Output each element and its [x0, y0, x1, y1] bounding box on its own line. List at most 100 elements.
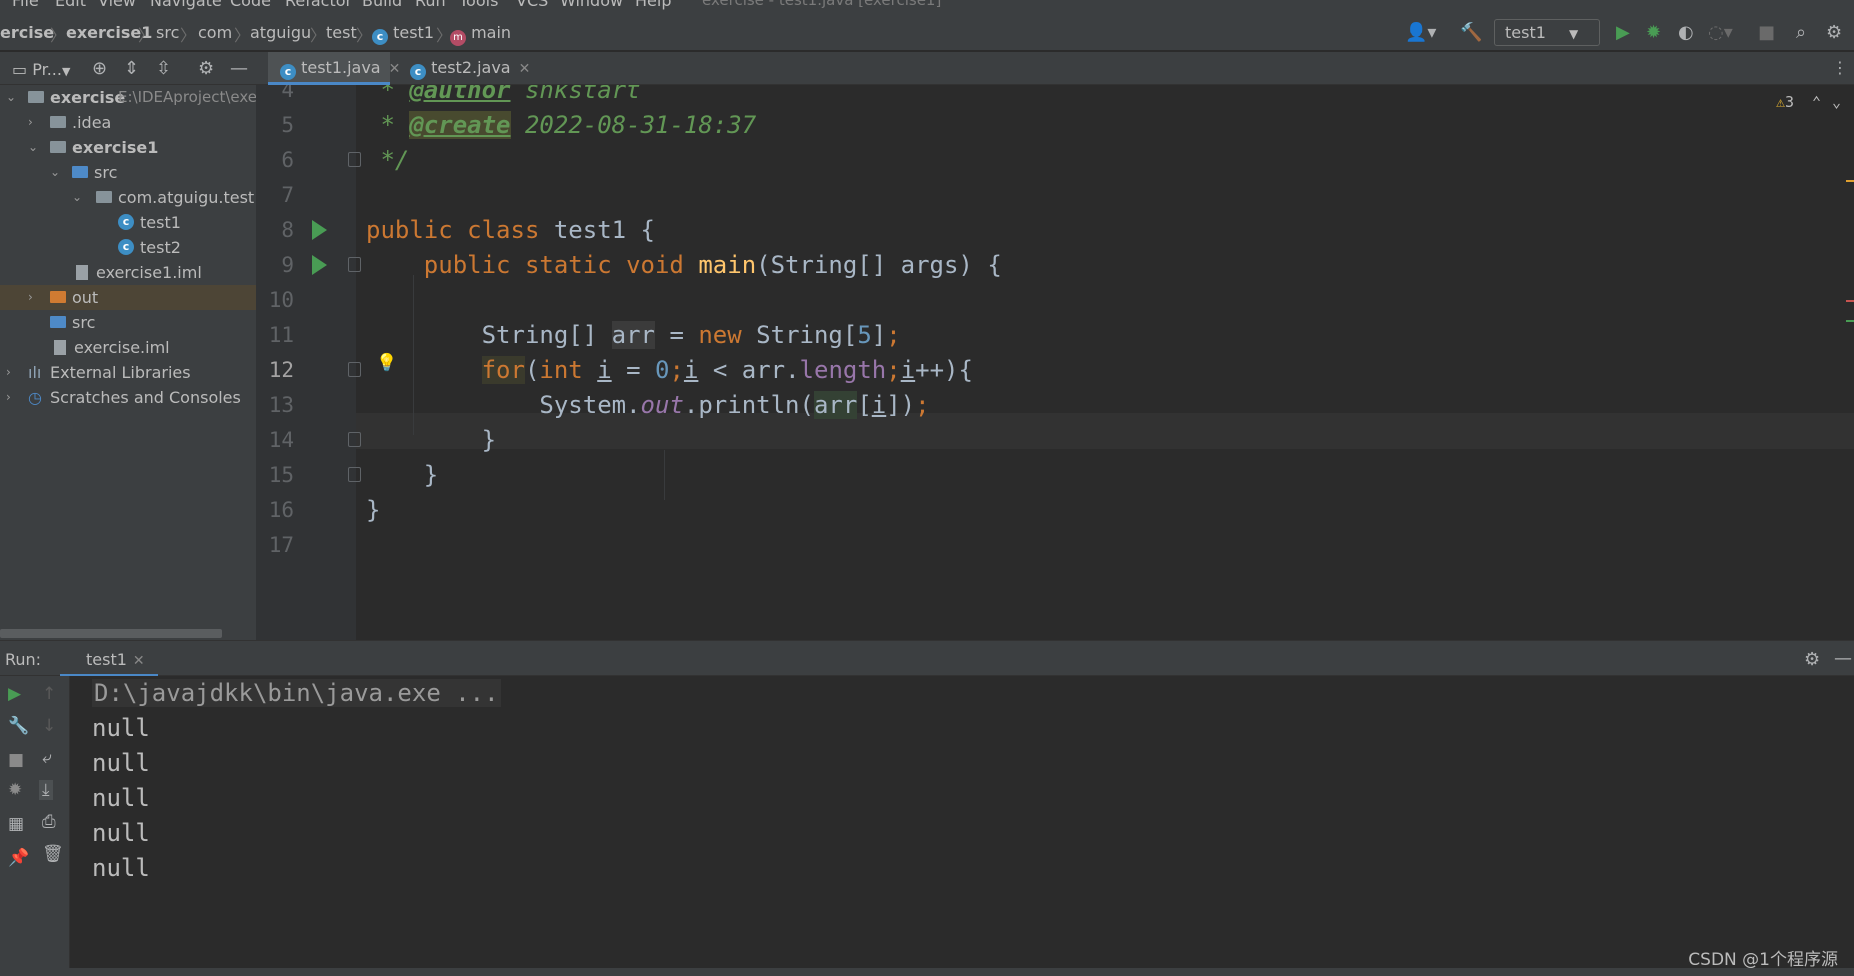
scroll-to-end-icon[interactable]: ⤓ — [39, 780, 53, 800]
breadcrumb-test[interactable]: test — [326, 23, 357, 42]
horizontal-scrollbar[interactable] — [0, 629, 222, 638]
console-command-line: D:\javajdkk\bin\java.exe ... — [92, 679, 501, 707]
breadcrumb-separator: 〉 — [180, 26, 197, 45]
gear-icon[interactable]: ⚙ — [198, 58, 214, 79]
console-command[interactable]: D:\javajdkk\bin\java.exe ... — [92, 679, 501, 707]
next-highlight-icon[interactable]: ⌄ — [1832, 93, 1841, 111]
line-number: 13 — [268, 393, 294, 417]
breadcrumb-separator: 〉 — [50, 26, 67, 45]
menu-view[interactable]: View — [98, 0, 136, 10]
expand-all-icon[interactable]: ⇕ — [124, 58, 139, 79]
menu-edit[interactable]: Edit — [55, 0, 86, 10]
soft-wrap-icon[interactable]: ⤶ — [42, 748, 52, 768]
print-icon[interactable]: ⎙ — [42, 812, 56, 832]
tab-test2-java[interactable]: c test2.java ✕ — [398, 52, 530, 85]
source-folder-icon — [72, 166, 88, 178]
collapse-all-icon[interactable]: ⇳ — [156, 58, 171, 79]
folder-icon — [50, 116, 66, 128]
breadcrumb-com[interactable]: com — [198, 23, 232, 42]
fold-marker-icon[interactable] — [348, 257, 361, 272]
locate-icon[interactable]: ⊕ — [92, 58, 107, 79]
tree-item-exercise[interactable]: ⌄ exercise E:\IDEAproject\exe — [0, 85, 258, 110]
tree-item-idea[interactable]: › .idea — [0, 110, 256, 135]
hide-panel-icon[interactable]: — — [230, 58, 248, 79]
profile-icon[interactable]: ◌▾ — [1708, 22, 1733, 43]
console-output[interactable]: D:\javajdkk\bin\java.exe ... null null n… — [70, 676, 1854, 968]
line-number: 5 — [281, 113, 294, 137]
settings-gear-icon[interactable]: ⚙ — [1826, 22, 1842, 43]
more-tabs-icon[interactable]: ⋮ — [1832, 58, 1848, 77]
tree-item-scratches[interactable]: › ◷ Scratches and Consoles — [0, 385, 256, 410]
run-tab-test1[interactable]: test1 ✕ — [60, 641, 158, 677]
chevron-down-icon: ⌄ — [50, 165, 61, 179]
breadcrumb-project[interactable]: ercise — [0, 23, 54, 42]
menu-navigate[interactable]: Navigate — [150, 0, 222, 10]
run-icon[interactable]: ▶ — [1616, 22, 1630, 43]
build-hammer-icon[interactable]: 🔨 — [1460, 22, 1482, 43]
trash-icon[interactable]: 🗑 — [42, 844, 64, 864]
breadcrumb-method[interactable]: m main — [450, 23, 511, 46]
tab-test1-java[interactable]: c test1.java ✕ — [268, 52, 400, 85]
tree-item-test1[interactable]: c test1 — [0, 210, 256, 235]
menu-tools[interactable]: Tools — [459, 0, 498, 10]
pin-icon[interactable]: 📌 — [8, 848, 29, 868]
menu-vcs[interactable]: VCS — [516, 0, 548, 10]
inspection-warnings[interactable]: ⚠3 — [1776, 93, 1794, 111]
breadcrumb-atguigu[interactable]: atguigu — [250, 23, 311, 42]
project-view-selector[interactable]: ▭ Pr...▼ — [12, 60, 70, 79]
close-icon[interactable]: ✕ — [133, 653, 145, 669]
menu-build[interactable]: Build — [362, 0, 402, 10]
stop-icon[interactable]: ■ — [8, 750, 24, 770]
class-icon: c — [372, 29, 388, 45]
tree-item-path: E:\IDEAproject\exe — [118, 88, 258, 106]
arrow-up-icon[interactable]: ↑ — [42, 684, 56, 704]
wrench-icon[interactable]: 🔧 — [8, 716, 29, 736]
previous-highlight-icon[interactable]: ⌃ — [1812, 93, 1821, 111]
breadcrumb-src[interactable]: src — [156, 23, 179, 42]
breadcrumb-separator: 〉 — [310, 26, 327, 45]
tree-item-exercise1[interactable]: ⌄ exercise1 — [0, 135, 256, 160]
run-configuration-selector[interactable]: test1 ▼ — [1494, 19, 1600, 46]
run-gutter-icon[interactable] — [312, 255, 327, 275]
fold-marker-icon[interactable] — [348, 467, 361, 482]
menu-code[interactable]: Code — [230, 0, 271, 10]
tree-item-external-libraries[interactable]: › ılı External Libraries — [0, 360, 256, 385]
fold-marker-icon[interactable] — [348, 432, 361, 447]
menu-window[interactable]: Window — [560, 0, 623, 10]
stop-icon[interactable]: ■ — [1758, 22, 1775, 43]
debug-icon[interactable]: ✹ — [1646, 22, 1661, 43]
close-icon[interactable]: ✕ — [519, 61, 531, 77]
hide-panel-icon[interactable]: — — [1834, 648, 1852, 669]
arrow-down-icon[interactable]: ↓ — [42, 716, 56, 736]
code-line-9: public static void main(String[] args) { — [423, 251, 1002, 279]
run-gutter-icon[interactable] — [312, 220, 327, 240]
console-output-line: null — [92, 819, 150, 847]
menu-file[interactable]: File — [12, 0, 39, 10]
javadoc-create-tag: @create — [409, 111, 511, 139]
tree-item-src-root[interactable]: src — [0, 310, 256, 335]
tab-label: test1.java — [301, 58, 381, 77]
gear-icon[interactable]: ⚙ — [1804, 649, 1820, 670]
module-folder-icon — [50, 141, 66, 153]
fold-marker-icon[interactable] — [348, 152, 361, 167]
user-icon[interactable]: 👤▾ — [1405, 22, 1436, 43]
tree-item-out[interactable]: › out — [0, 285, 256, 310]
breadcrumb-class[interactable]: c test1 — [372, 23, 434, 45]
tree-item-test2[interactable]: c test2 — [0, 235, 256, 260]
menu-help[interactable]: Help — [635, 0, 671, 10]
comment-star: * — [380, 111, 395, 139]
module-folder-icon — [28, 91, 44, 103]
tree-item-src[interactable]: ⌄ src — [0, 160, 256, 185]
tree-item-exercise-iml[interactable]: exercise.iml — [0, 335, 256, 360]
tree-item-exercise1-iml[interactable]: exercise1.iml — [0, 260, 256, 285]
menu-refactor[interactable]: Refactor — [285, 0, 352, 10]
code-editor[interactable]: 4 5 6 7 8 9 10 11 12 13 14 15 16 17 💡 * … — [256, 85, 1854, 640]
menu-run[interactable]: Run — [415, 0, 446, 10]
search-icon[interactable]: ⌕ — [1796, 22, 1806, 43]
fold-marker-icon[interactable] — [348, 362, 361, 377]
coverage-icon[interactable]: ◐ — [1678, 22, 1694, 43]
layout-icon[interactable]: ▦ — [8, 814, 24, 834]
tree-item-package[interactable]: ⌄ com.atguigu.test — [0, 185, 256, 210]
debug-off-icon[interactable]: ✹ — [8, 780, 22, 800]
rerun-icon[interactable]: ▶ — [8, 684, 21, 704]
